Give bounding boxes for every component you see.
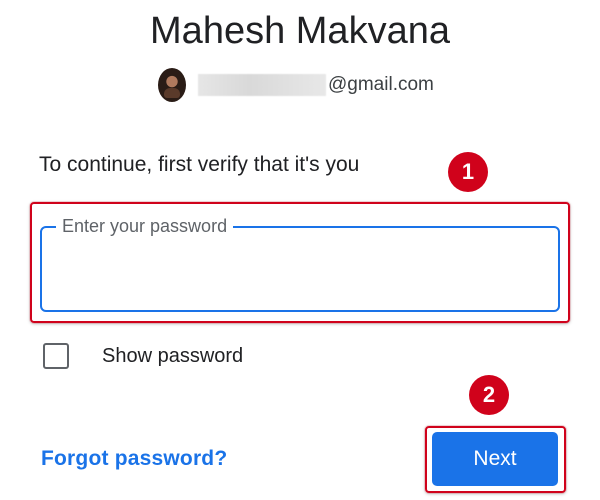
show-password-label[interactable]: Show password xyxy=(102,345,243,368)
verify-prompt: To continue, first verify that it's you xyxy=(39,153,360,176)
account-chip[interactable]: @gmail.com xyxy=(158,68,434,102)
email-domain: @gmail.com xyxy=(328,74,434,95)
show-password-checkbox[interactable] xyxy=(43,343,69,369)
email-redacted xyxy=(198,74,326,96)
step-1-badge: 1 xyxy=(448,152,488,192)
show-password-row[interactable]: Show password xyxy=(43,341,243,371)
step-2-badge: 2 xyxy=(469,375,509,415)
next-button[interactable]: Next xyxy=(432,432,558,486)
user-avatar-icon xyxy=(158,68,186,102)
password-highlight-box xyxy=(30,202,570,323)
account-name: Mahesh Makvana xyxy=(150,10,450,52)
forgot-password-link[interactable]: Forgot password? xyxy=(41,447,227,471)
